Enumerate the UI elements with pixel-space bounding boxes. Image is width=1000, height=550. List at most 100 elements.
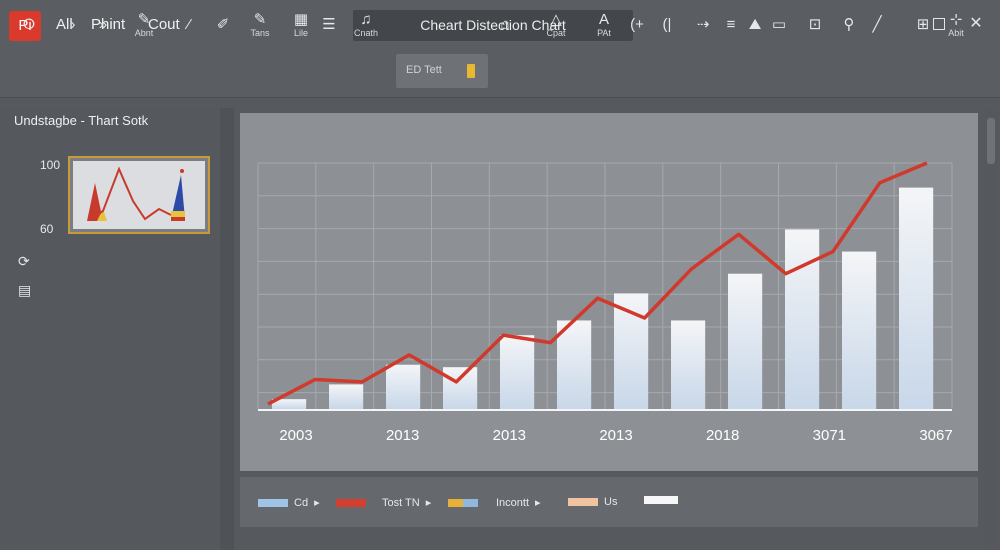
toolbar-button-5[interactable]: ✐ — [212, 8, 234, 42]
chart-canvas[interactable]: 2003 2013 2013 2013 2018 3071 3067 — [240, 113, 978, 471]
legend-swatch — [336, 498, 366, 507]
toolbar-label: Abnt — [134, 27, 154, 38]
toolbar-label: PAt — [597, 27, 611, 38]
x-tick-label: 2013 — [493, 427, 526, 444]
toolbar-button-20[interactable]: ⚲ — [838, 8, 860, 42]
chart-svg: 2003 2013 2013 2013 2018 3071 3067 — [257, 161, 953, 444]
table-icon[interactable]: ▤ — [18, 282, 31, 299]
toolbar-glyph-icon: ▭ — [771, 16, 787, 33]
toolbar-glyph-icon: △ — [550, 10, 562, 28]
toolbar-button-17[interactable]: ⛰ — [744, 8, 766, 42]
thumb-line — [90, 166, 172, 221]
legend-item-cd[interactable]: Cd ▸ — [258, 496, 320, 509]
toolbar-glyph-icon: ⌂ — [500, 16, 510, 33]
toolbar-glyph-icon: ⁄ — [187, 16, 191, 33]
trend-line — [267, 161, 928, 406]
legend-swatch — [448, 498, 478, 507]
toolbar-glyph-icon: ✐ — [216, 16, 230, 33]
axis-value-bottom: 60 — [40, 222, 54, 236]
toolbar-button-14[interactable]: (| — [656, 8, 678, 42]
toolbar-glyph-icon: ⊹ — [949, 10, 963, 28]
toolbar-glyph-icon: ⚲ — [843, 16, 855, 33]
legend-item-tost[interactable]: Tost TN ▸ — [336, 496, 431, 509]
toolbar-label: Abit — [948, 27, 964, 38]
toolbar-label: Cnath — [353, 27, 379, 38]
chart-thumbnail[interactable] — [68, 156, 210, 234]
toolbar-glyph-icon: (| — [662, 16, 672, 33]
toolbar-button-13[interactable]: (+ — [626, 8, 648, 42]
toolbar-button-21[interactable]: ╱ — [866, 8, 888, 42]
toolbar-glyph-icon: (+ — [630, 16, 644, 33]
toolbar-button-0[interactable]: ⭘ — [18, 8, 40, 42]
scroll-thumb[interactable] — [987, 118, 995, 164]
toolbar-button-12[interactable]: A PAt — [588, 8, 620, 42]
legend-swatch — [568, 498, 598, 506]
panel-divider[interactable] — [220, 108, 234, 550]
legend-label: Cd — [294, 496, 309, 509]
legend-bar: Cd ▸ Tost TN ▸ Incontt ▸ Us — [240, 477, 978, 527]
toolbar-button-1[interactable]: › — [62, 8, 84, 42]
legend-item-us[interactable]: Us — [568, 496, 617, 508]
legend-item-blank[interactable] — [644, 496, 678, 504]
legend-item-incontt[interactable]: Incontt ▸ — [448, 496, 541, 509]
highlight-swatch-icon — [467, 64, 475, 78]
toolbar-button-16[interactable]: ≡ — [720, 8, 742, 42]
toolbar-button-8[interactable]: ☰ — [318, 8, 340, 42]
x-tick-label: 3067 — [919, 427, 952, 444]
toolbar-button-10[interactable]: ⌂ — [494, 8, 516, 42]
chart-bar — [899, 187, 934, 409]
toolbar-glyph-icon: ≡ — [726, 16, 736, 33]
thumb-red-band — [171, 217, 185, 221]
legend-swatch — [258, 498, 288, 507]
toolbar-button-3[interactable]: ✎ Abnt — [128, 8, 160, 42]
toolbar-button-4[interactable]: ⁄ — [178, 8, 200, 42]
toolbar-glyph-icon: A — [598, 10, 609, 28]
toolbar-glyph-icon: ⛰ — [748, 16, 762, 33]
toolbar-button-22[interactable]: ⊞ — [912, 8, 934, 42]
toolbar-button-18[interactable]: ▭ — [768, 8, 790, 42]
toolbar-label: Cpat — [546, 27, 566, 38]
toolbar-glyph-icon: ✎ — [253, 10, 267, 28]
toolbar-glyph-icon: ⊡ — [808, 16, 822, 33]
toolbar-button-6[interactable]: ✎ Tans — [244, 8, 276, 42]
chart-bar — [329, 384, 364, 409]
x-tick-label: 3071 — [813, 427, 846, 444]
toolbar-glyph-icon: ⇢ — [696, 16, 710, 33]
toolbar-label: Lile — [293, 27, 308, 38]
toolbar-button-2[interactable]: » — [92, 8, 114, 42]
toolbar-button-9[interactable]: ♫ Cnath — [350, 8, 382, 42]
toolbar-button-19[interactable]: ⊡ — [804, 8, 826, 42]
chart-bar — [386, 364, 421, 409]
toolbar-glyph-icon: » — [98, 16, 108, 33]
x-tick-label: 2013 — [599, 427, 632, 444]
dropdown-arrow-icon: ▸ — [425, 497, 432, 509]
thumb-dot — [180, 169, 184, 173]
thumbnail-preview — [87, 166, 185, 221]
toolbar-button-15[interactable]: ⇢ — [692, 8, 714, 42]
toolbar — [0, 50, 1000, 98]
toolbar-glyph-icon: ♫ — [360, 10, 372, 28]
refresh-icon[interactable]: ⟳ — [18, 253, 30, 270]
toolbar-glyph-icon: ╱ — [872, 16, 882, 33]
x-tick-label: 2013 — [386, 427, 419, 444]
legend-label: Tost TN — [382, 496, 420, 509]
toolbar-glyph-icon: ▦ — [293, 10, 309, 28]
toolbar-glyph-icon: ✎ — [137, 10, 151, 28]
x-tick-label: 2003 — [279, 427, 312, 444]
chart-bar — [842, 251, 877, 409]
toolbar-button-11[interactable]: △ Cpat — [540, 8, 572, 42]
text-style-field[interactable]: ED Tett — [396, 54, 488, 88]
legend-label: Us — [604, 496, 618, 508]
toolbar-button-23[interactable]: ⊹ Abit — [940, 8, 972, 42]
chart-bar — [500, 335, 535, 409]
toolbar-glyph-icon: ⊞ — [916, 16, 930, 33]
panel-title: Undstagbe - Thart Sotk — [14, 113, 149, 128]
legend-swatch — [644, 496, 678, 504]
vertical-scrollbar[interactable] — [984, 108, 998, 550]
toolbar-glyph-icon: ☰ — [322, 16, 336, 33]
dropdown-arrow-icon: ▸ — [314, 497, 320, 509]
axis-value-top: 100 — [40, 158, 61, 172]
legend-label: Incontt — [496, 496, 530, 509]
toolbar-button-7[interactable]: ▦ Lile — [285, 8, 317, 42]
x-tick-label: 2018 — [706, 427, 739, 444]
